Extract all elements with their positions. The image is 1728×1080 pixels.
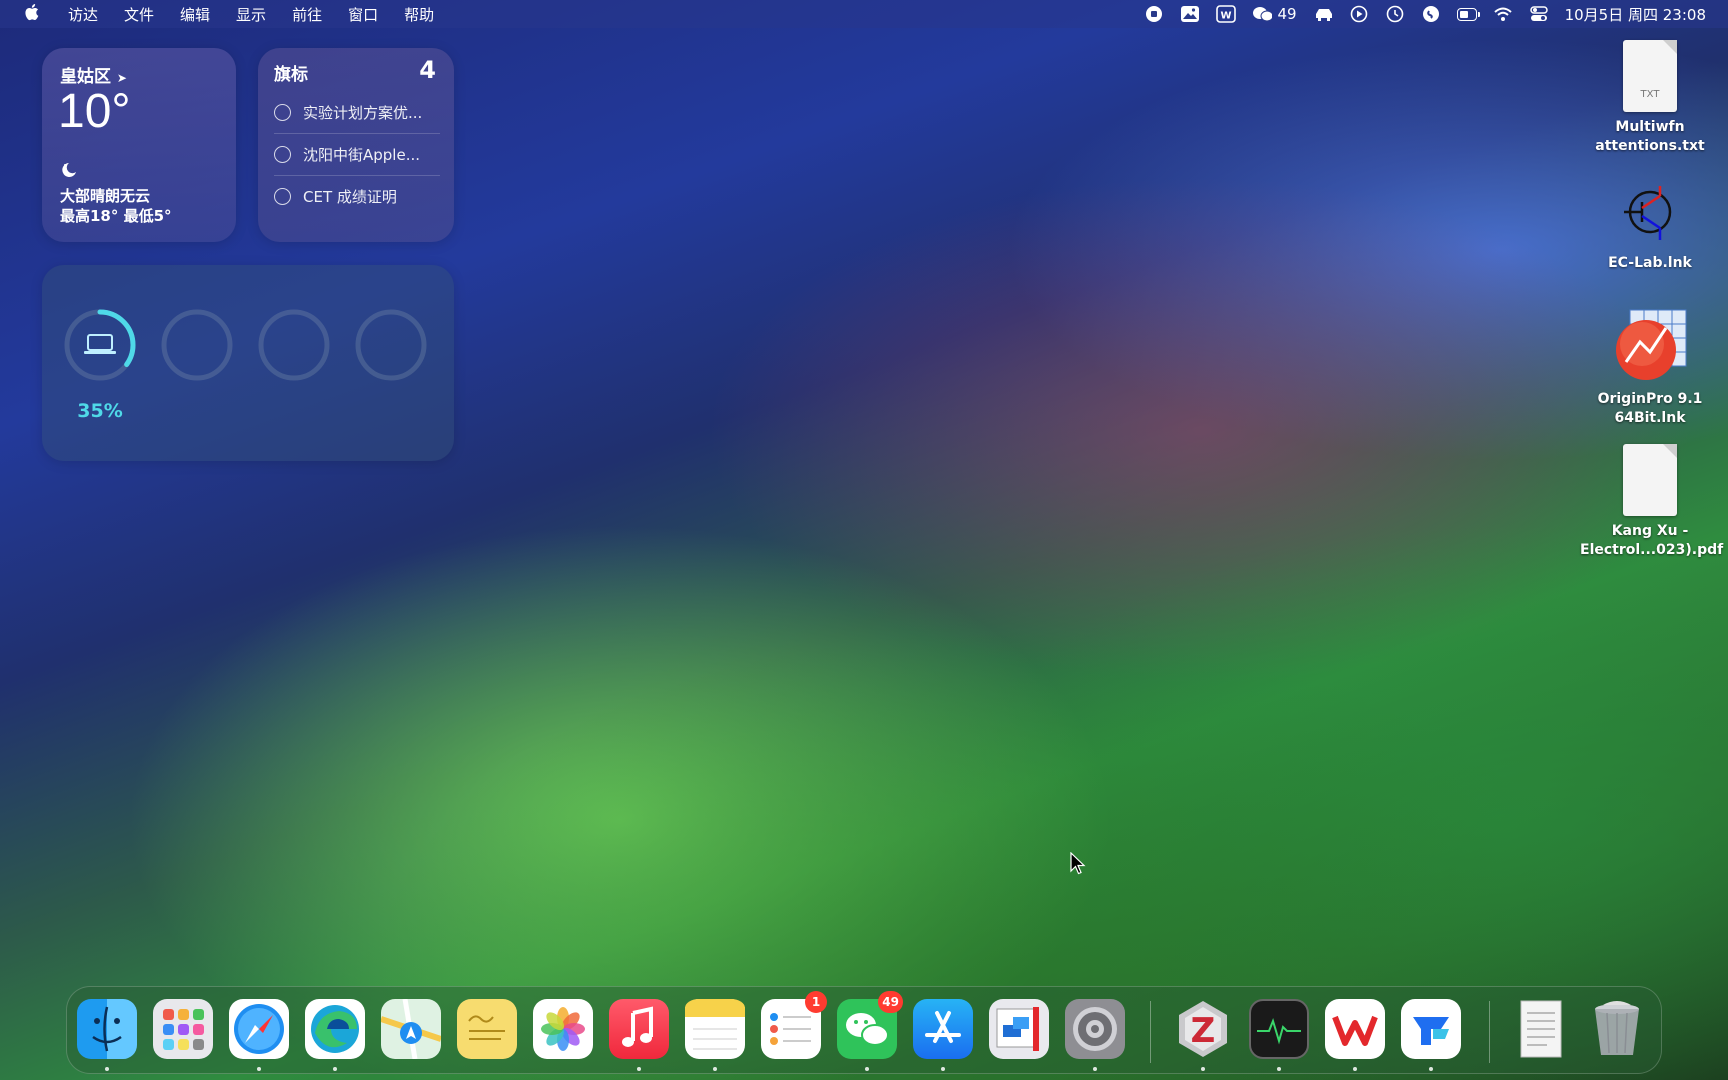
menu-view[interactable]: 显示 [236, 4, 266, 25]
checkbox-circle-icon[interactable] [274, 146, 291, 163]
apple-logo-icon[interactable] [22, 3, 40, 25]
desktop-icon-multiwfn[interactable]: TXT Multiwfn attentions.txt [1580, 40, 1720, 156]
empty-battery-ring [355, 309, 427, 381]
battery-icon[interactable] [1456, 5, 1480, 23]
running-indicator [1353, 1067, 1357, 1071]
pdf-file-icon [1623, 444, 1677, 516]
dock-separator [1489, 1001, 1490, 1063]
moon-icon [60, 162, 78, 182]
documents-stack-icon[interactable] [1511, 999, 1571, 1059]
batteries-widget[interactable]: 35% [42, 265, 454, 461]
wechat-count: 49 [1277, 5, 1297, 23]
wifi-icon[interactable] [1493, 5, 1513, 23]
desktop-icon-originpro[interactable]: OriginPro 9.1 64Bit.lnk [1580, 308, 1720, 428]
mouse-cursor-icon [1070, 851, 1086, 880]
zotero-icon[interactable]: Z [1173, 999, 1233, 1059]
wechat-icon [1252, 5, 1272, 23]
svg-text:W: W [1220, 11, 1231, 22]
weather-condition: 大部晴朗无云 最高18° 最低5° [60, 186, 172, 226]
finder-icon[interactable] [77, 999, 137, 1059]
empty-battery-ring [258, 309, 330, 381]
wechat-status[interactable]: 49 [1252, 5, 1297, 23]
battery-percent: 35% [77, 400, 123, 422]
svg-text:Z: Z [1191, 1011, 1216, 1051]
weather-range: 最高18° 最低5° [60, 207, 172, 225]
menubar-clock[interactable]: 10月5日 周四 23:08 [1565, 4, 1706, 25]
dock: 1 49 Z [66, 986, 1662, 1074]
menu-finder[interactable]: 访达 [68, 4, 98, 25]
ec-lab-icon [1620, 186, 1680, 248]
reminders-count: 4 [419, 56, 436, 84]
widget-title: 旗标 [274, 65, 308, 85]
laptop-icon [84, 334, 116, 354]
menu-help[interactable]: 帮助 [404, 4, 434, 25]
notes-icon[interactable] [685, 999, 745, 1059]
running-indicator [941, 1067, 945, 1071]
running-indicator [105, 1067, 109, 1071]
safari-icon[interactable] [229, 999, 289, 1059]
weather-temperature: 10° [58, 85, 131, 138]
activity-monitor-icon[interactable] [1249, 999, 1309, 1059]
desktop-icon-pdf[interactable]: Kang Xu - Electrol...023).pdf [1580, 444, 1723, 560]
checkbox-circle-icon[interactable] [274, 104, 291, 121]
running-indicator [1093, 1067, 1097, 1071]
reminder-item[interactable]: 沈阳中街Apple... [274, 134, 440, 176]
menu-edit[interactable]: 编辑 [180, 4, 210, 25]
running-indicator [1201, 1067, 1205, 1071]
play-icon[interactable] [1349, 5, 1369, 23]
car-icon[interactable] [1313, 5, 1333, 23]
menu-go[interactable]: 前往 [292, 4, 322, 25]
running-indicator [865, 1067, 869, 1071]
checkbox-circle-icon[interactable] [274, 188, 291, 205]
running-indicator [1429, 1067, 1433, 1071]
time-machine-icon[interactable] [1385, 5, 1405, 23]
menu-window[interactable]: 窗口 [348, 4, 378, 25]
trash-icon[interactable] [1587, 999, 1647, 1059]
lark-icon[interactable] [1401, 999, 1461, 1059]
weather-condition-text: 大部晴朗无云 [60, 187, 151, 205]
control-center-icon[interactable] [1529, 5, 1549, 23]
running-indicator [1277, 1067, 1281, 1071]
location-arrow-icon: ➤ [116, 71, 127, 85]
menu-bar: 访达 文件 编辑 显示 前往 窗口 帮助 W 49 10月5日 周四 23:08 [0, 0, 1728, 28]
music-icon[interactable] [609, 999, 669, 1059]
weather-widget[interactable]: 皇姑区 ➤ 10° 大部晴朗无云 最高18° 最低5° [42, 48, 236, 242]
wps-icon[interactable] [1325, 999, 1385, 1059]
shazam-icon[interactable] [1421, 5, 1441, 23]
menu-file[interactable]: 文件 [124, 4, 154, 25]
running-indicator [333, 1067, 337, 1071]
stickies-icon[interactable] [457, 999, 517, 1059]
system-settings-icon[interactable] [1065, 999, 1125, 1059]
txt-file-icon: TXT [1623, 40, 1677, 112]
app-store-icon[interactable] [913, 999, 973, 1059]
maps-icon[interactable] [381, 999, 441, 1059]
screen-record-icon[interactable] [1144, 5, 1164, 23]
reminders-icon[interactable]: 1 [761, 991, 827, 1059]
dock-separator [1150, 1001, 1151, 1063]
edge-icon[interactable] [305, 999, 365, 1059]
photo-icon[interactable] [1180, 5, 1200, 23]
desktop-icon-ec-lab[interactable]: EC-Lab.lnk [1580, 186, 1720, 273]
wps-icon[interactable]: W [1215, 5, 1236, 23]
reminder-item[interactable]: 实验计划方案优... [274, 92, 440, 134]
reminder-item[interactable]: CET 成绩证明 [274, 176, 440, 217]
macbook-battery-ring [64, 309, 136, 381]
reminders-flagged-widget[interactable]: 旗标 4 实验计划方案优... 沈阳中街Apple... CET 成绩证明 [258, 48, 454, 242]
reminders-list: 实验计划方案优... 沈阳中街Apple... CET 成绩证明 [274, 92, 440, 217]
empty-battery-ring [161, 309, 233, 381]
running-indicator [637, 1067, 641, 1071]
wechat-badge: 49 [878, 991, 903, 1013]
wechat-icon[interactable]: 49 [837, 991, 903, 1059]
reminders-badge: 1 [805, 991, 827, 1013]
running-indicator [257, 1067, 261, 1071]
parallels-icon[interactable] [989, 999, 1049, 1059]
launchpad-icon[interactable] [153, 999, 213, 1059]
running-indicator [713, 1067, 717, 1071]
originpro-icon [1612, 308, 1688, 384]
photos-icon[interactable] [533, 999, 593, 1059]
